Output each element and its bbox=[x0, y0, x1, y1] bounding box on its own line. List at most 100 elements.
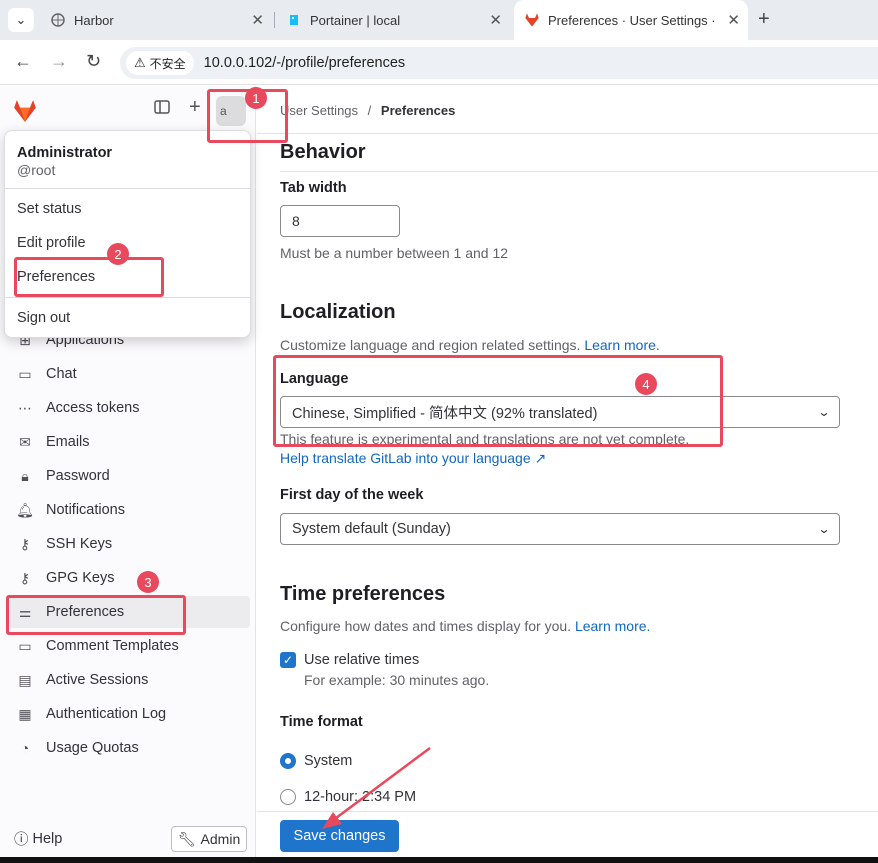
admin-icon: 🔧︎ bbox=[177, 830, 196, 847]
token-icon: ⋯ bbox=[18, 399, 32, 416]
localization-learn-more-link[interactable]: Learn more. bbox=[584, 337, 659, 353]
sidebar-item-label: Usage Quotas bbox=[46, 740, 139, 756]
first-day-selected-value: System default (Sunday) bbox=[292, 521, 451, 537]
localization-desc-text: Customize language and region related se… bbox=[280, 337, 581, 353]
address-bar: ← → ↻ ⚠ 不安全 10.0.0.102/-/profile/prefere… bbox=[0, 40, 878, 85]
first-day-label: First day of the week bbox=[280, 487, 424, 503]
close-icon[interactable]: ✕ bbox=[727, 11, 740, 29]
tab-title: Harbor bbox=[74, 12, 114, 28]
sidebar-item-active-sessions[interactable]: ▤ Active Sessions bbox=[8, 664, 250, 696]
tab-preferences[interactable]: Preferences · User Settings · ✕ bbox=[514, 0, 748, 40]
bell-icon: 🔔︎ bbox=[16, 501, 34, 518]
admin-label: Admin bbox=[200, 831, 241, 847]
comment-icon: ▭ bbox=[18, 637, 32, 654]
translate-link[interactable]: Help translate GitLab into your language bbox=[280, 450, 531, 466]
tab-search-chevron-icon[interactable]: ⌄ bbox=[8, 8, 34, 32]
time-format-system-radio[interactable] bbox=[280, 753, 296, 769]
chevron-down-icon: ⌄ bbox=[817, 522, 831, 536]
localization-description: Customize language and region related se… bbox=[280, 337, 660, 353]
sidebar-item-password[interactable]: 🔒︎ Password bbox=[8, 460, 250, 492]
create-new-plus-icon[interactable]: + bbox=[189, 96, 201, 119]
sidebar-item-authentication-log[interactable]: ▦ Authentication Log bbox=[8, 698, 250, 730]
annotation-badge-2: 2 bbox=[107, 243, 129, 265]
annotation-arrow bbox=[322, 746, 431, 829]
warning-icon: ⚠ bbox=[134, 55, 146, 70]
forward-arrow-icon[interactable]: → bbox=[50, 51, 68, 72]
time-preferences-heading: Time preferences bbox=[280, 583, 446, 605]
security-chip[interactable]: ⚠ 不安全 bbox=[126, 51, 194, 75]
tab-width-help: Must be a number between 1 and 12 bbox=[280, 245, 509, 261]
localization-heading: Localization bbox=[280, 301, 396, 323]
sidebar-item-label: Notifications bbox=[46, 502, 125, 518]
key-icon: ⚷ bbox=[19, 569, 31, 586]
gitlab-logo-icon[interactable] bbox=[12, 98, 38, 129]
sidebar-toggle-icon[interactable] bbox=[154, 100, 170, 118]
time-format-label: Time format bbox=[280, 714, 363, 730]
relative-times-label[interactable]: Use relative times bbox=[304, 652, 419, 668]
relative-times-example: For example: 30 minutes ago. bbox=[304, 672, 490, 688]
sidebar-item-label: GPG Keys bbox=[46, 570, 115, 586]
translate-help[interactable]: Help translate GitLab into your language… bbox=[280, 450, 546, 467]
help-label: Help bbox=[32, 830, 63, 847]
sidebar-item-emails[interactable]: ✉ Emails bbox=[8, 426, 250, 458]
help-icon: ⓘ bbox=[14, 832, 29, 848]
lock-icon: 🔒︎ bbox=[21, 467, 29, 484]
help-link[interactable]: ⓘ Help bbox=[14, 828, 62, 849]
time-format-12h-radio[interactable] bbox=[280, 789, 296, 805]
sidebar-item-label: Authentication Log bbox=[46, 706, 167, 722]
relative-times-checkbox[interactable]: ✓ bbox=[280, 652, 296, 668]
sidebar-item-label: Active Sessions bbox=[46, 672, 149, 688]
tab-width-label: Tab width bbox=[280, 180, 347, 196]
tab-title: Portainer | local bbox=[310, 12, 401, 28]
globe-icon bbox=[50, 12, 66, 28]
sidebar-item-chat[interactable]: ▭ Chat bbox=[8, 358, 250, 390]
back-arrow-icon[interactable]: ← bbox=[14, 51, 32, 72]
url-text[interactable]: 10.0.0.102/-/profile/preferences bbox=[204, 55, 406, 71]
annotation-box-2 bbox=[14, 257, 164, 297]
annotation-box-3 bbox=[6, 595, 186, 635]
url-box[interactable]: ⚠ 不安全 10.0.0.102/-/profile/preferences bbox=[120, 47, 878, 79]
breadcrumb-parent[interactable]: User Settings bbox=[280, 103, 358, 118]
tab-portainer[interactable]: Portainer | local ✕ bbox=[276, 0, 510, 40]
sidebar-item-ssh-keys[interactable]: ⚷ SSH Keys bbox=[8, 528, 250, 560]
sidebar-item-label: Password bbox=[46, 468, 110, 484]
key-icon: ⚷ bbox=[19, 535, 31, 552]
tab-width-input[interactable]: 8 bbox=[280, 205, 400, 237]
sidebar-item-gpg-keys[interactable]: ⚷ GPG Keys bbox=[8, 562, 250, 594]
breadcrumb-current: Preferences bbox=[380, 103, 456, 118]
menu-item-set-status[interactable]: Set status bbox=[17, 201, 81, 217]
admin-button[interactable]: 🔧︎ Admin bbox=[171, 826, 247, 852]
sidebar-item-notifications[interactable]: 🔔︎ Notifications bbox=[8, 494, 250, 526]
time-prefs-desc-text: Configure how dates and times display fo… bbox=[280, 618, 572, 634]
sidebar-item-label: Chat bbox=[46, 366, 77, 382]
annotation-badge-1: 1 bbox=[245, 87, 267, 109]
security-label: 不安全 bbox=[149, 56, 186, 71]
breadcrumb-separator: / bbox=[367, 103, 372, 118]
breadcrumb: User Settings / Preferences bbox=[280, 103, 455, 118]
browser-tab-bar: ⌄ Harbor ✕ Portainer | local ✕ Preferenc… bbox=[0, 0, 878, 40]
new-tab-plus-icon[interactable]: + bbox=[758, 8, 770, 31]
tab-harbor[interactable]: Harbor ✕ bbox=[40, 0, 272, 40]
close-icon[interactable]: ✕ bbox=[489, 11, 502, 29]
user-name: Administrator bbox=[17, 145, 113, 161]
sidebar-item-label: Access tokens bbox=[46, 400, 140, 416]
sidebar-item-label: Comment Templates bbox=[46, 638, 179, 654]
sidebar-item-label: SSH Keys bbox=[46, 536, 113, 552]
tab-title: Preferences · User Settings · bbox=[548, 12, 716, 28]
chevron-down-icon: ⌄ bbox=[817, 405, 831, 419]
sidebar-item-access-tokens[interactable]: ⋯ Access tokens bbox=[8, 392, 250, 424]
reload-icon[interactable]: ↻ bbox=[86, 51, 101, 72]
first-day-select[interactable]: System default (Sunday) ⌄ bbox=[280, 513, 840, 545]
user-dropdown-menu: Administrator @root Set status Edit prof… bbox=[4, 130, 251, 338]
mail-icon: ✉ bbox=[19, 433, 31, 450]
external-link-icon: ↗ bbox=[534, 450, 547, 466]
menu-item-sign-out[interactable]: Sign out bbox=[17, 310, 70, 326]
log-icon: ▦ bbox=[18, 705, 32, 722]
annotation-badge-3: 3 bbox=[137, 571, 159, 593]
gitlab-icon bbox=[524, 12, 540, 28]
menu-item-edit-profile[interactable]: Edit profile bbox=[17, 235, 86, 251]
sidebar-item-usage-quotas[interactable]: ◔ Usage Quotas bbox=[8, 732, 250, 764]
monitor-icon: ▤ bbox=[18, 671, 32, 688]
time-prefs-learn-more-link[interactable]: Learn more. bbox=[575, 618, 650, 634]
close-icon[interactable]: ✕ bbox=[251, 11, 264, 29]
